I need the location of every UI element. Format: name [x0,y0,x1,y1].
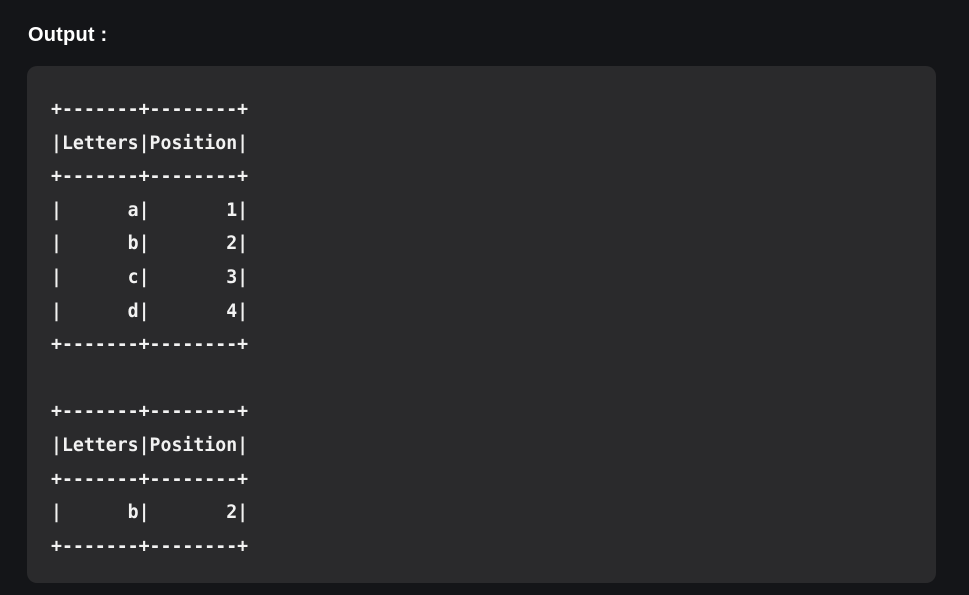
code-line: +-------+--------+ [51,99,249,120]
code-line: | a| 1| [51,199,249,221]
page: Output : +-------+--------+ |Letters|Posi… [0,0,969,595]
code-line: +-------+--------+ [51,535,249,557]
output-heading: Output : [28,24,108,46]
code-line: | d| 4| [51,300,249,322]
code-line: +-------+--------+ [51,401,249,423]
code-line: | c| 3| [51,266,249,288]
code-line: +-------+--------+ [51,468,249,490]
output-text: +-------+--------+ |Letters|Position| +---… [27,93,936,563]
code-line: |Letters|Position| [51,132,249,154]
output-code-block: +-------+--------+ |Letters|Position| +---… [27,66,936,583]
code-line: | b| 2| [51,502,249,524]
code-line: |Letters|Position| [51,434,249,456]
code-line: | b| 2| [51,233,249,255]
code-line: +-------+--------+ [51,334,249,356]
code-line: +-------+--------+ [51,166,249,188]
